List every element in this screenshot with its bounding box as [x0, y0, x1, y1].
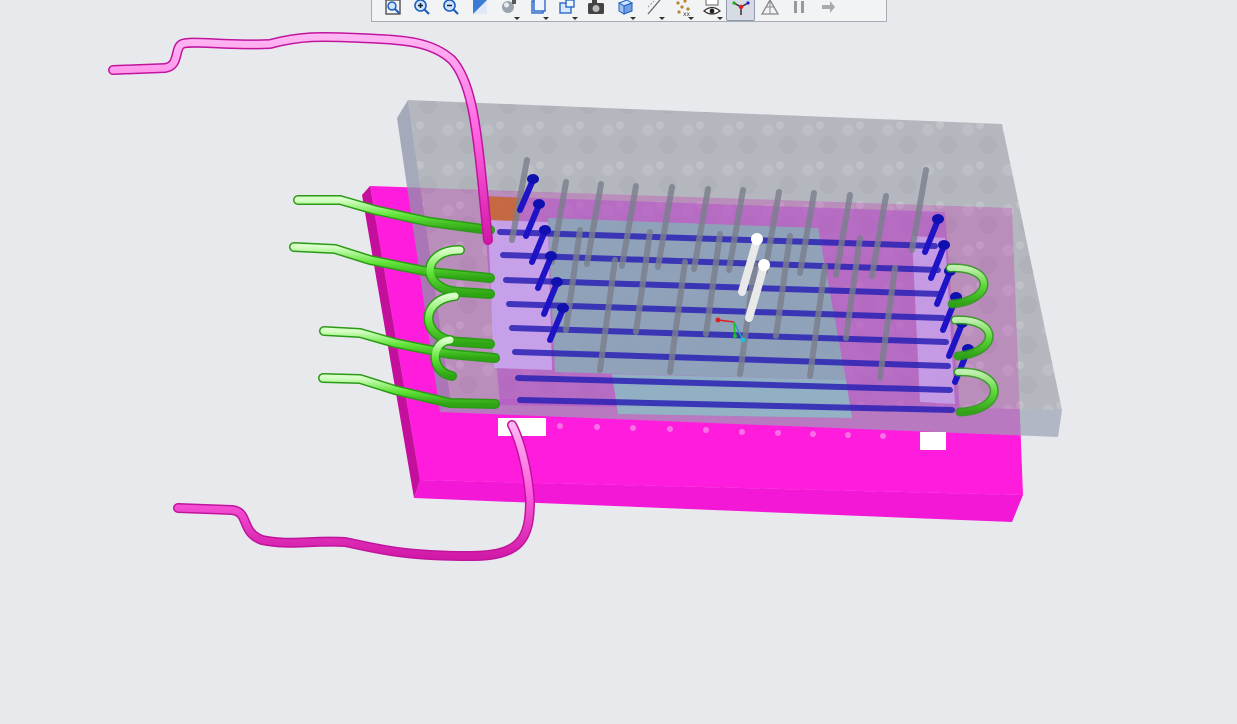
zoom-out-button[interactable]: [436, 0, 465, 21]
graphics-toolbar: xx: [371, 0, 887, 22]
exit-icon: [818, 0, 838, 21]
display-style-button[interactable]: [494, 0, 523, 21]
dropdown-arrow-icon[interactable]: [659, 16, 665, 20]
repaint-button[interactable]: [465, 0, 494, 21]
mold-assembly-3d-model[interactable]: [0, 24, 1237, 724]
annotation-display-button[interactable]: [697, 0, 726, 21]
section-button[interactable]: [610, 0, 639, 21]
saved-orientations-button[interactable]: [523, 0, 552, 21]
graphics-viewport[interactable]: [0, 24, 1237, 724]
refit-button[interactable]: [378, 0, 407, 21]
dropdown-arrow-icon[interactable]: [630, 16, 636, 20]
mesh-display-button[interactable]: [755, 0, 784, 21]
pause-button[interactable]: [784, 0, 813, 21]
camera-icon: [586, 0, 606, 21]
exit-button[interactable]: [813, 0, 842, 21]
pause-icon: [789, 0, 809, 21]
datum-display-button[interactable]: xx: [668, 0, 697, 21]
zoom-in-icon: [412, 0, 432, 21]
sketch-display-button[interactable]: [639, 0, 668, 21]
dropdown-arrow-icon[interactable]: [572, 16, 578, 20]
zoom-out-icon: [441, 0, 461, 21]
spin-center-button[interactable]: [726, 0, 755, 21]
spin-center-icon: [731, 0, 751, 21]
mesh-triangle-icon: [760, 0, 780, 21]
dropdown-arrow-icon[interactable]: [514, 16, 520, 20]
repaint-icon: [470, 0, 490, 21]
dropdown-arrow-icon[interactable]: [717, 16, 723, 20]
dropdown-arrow-icon[interactable]: [688, 16, 694, 20]
view-manager-button[interactable]: [552, 0, 581, 21]
dropdown-arrow-icon[interactable]: [543, 16, 549, 20]
perspective-button[interactable]: [581, 0, 610, 21]
zoom-fit-icon: [383, 0, 403, 21]
zoom-in-button[interactable]: [407, 0, 436, 21]
